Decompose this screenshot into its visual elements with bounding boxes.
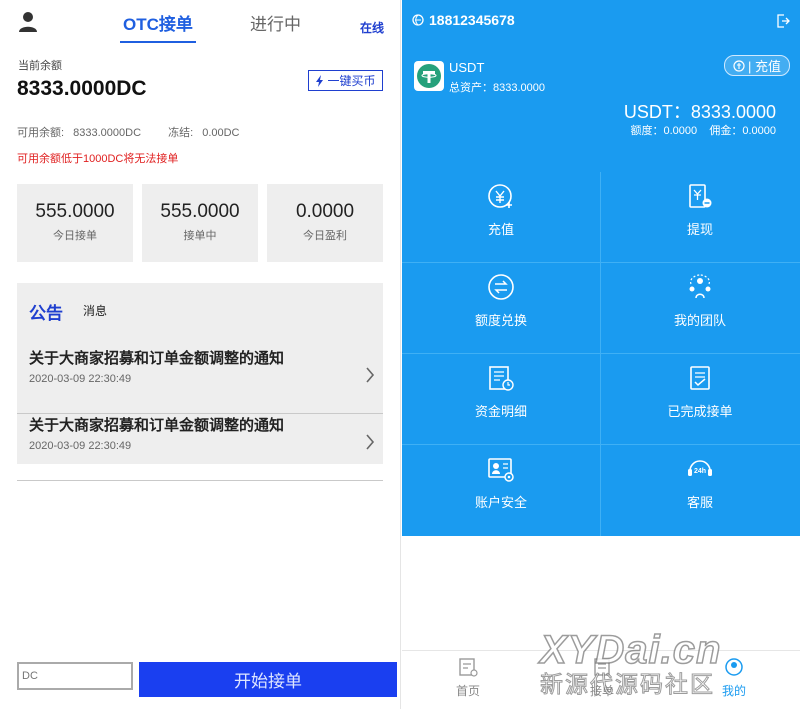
stat-label: 接单中 (183, 230, 217, 242)
function-grid: 充值 提现 额度兑换 我的团队 资金明细 已完成接单 账户安全 24h 客服 (402, 172, 800, 536)
stat-value: 555.0000 (35, 201, 115, 222)
notice-item[interactable]: 关于大商家招募和订单金额调整的通知 2020-03-09 22:30:49 (17, 347, 383, 414)
menu-customer-service[interactable]: 24h 客服 (601, 445, 799, 535)
bottom-nav: 首页 接单 我的 (402, 650, 800, 710)
quick-buy-label: 一键买币 (327, 74, 376, 88)
online-status[interactable]: 在线 (360, 19, 384, 36)
usdt-balance: USDT：8333.0000 (623, 102, 776, 122)
dc-amount-input[interactable] (17, 662, 133, 690)
recharge-icon (733, 59, 745, 72)
notice-date: 2020-03-09 22:30:49 (29, 440, 132, 452)
otc-panel: OTC接单 进行中 在线 当前余额 8333.0000DC 一键买币 可用余额:… (0, 0, 401, 709)
frozen-label: 冻结: (168, 127, 194, 139)
nav-home[interactable]: 首页 (438, 656, 498, 699)
stat-value: 0.0000 (295, 201, 355, 222)
notice-title: 关于大商家招募和订单金额调整的通知 (29, 417, 285, 434)
home-icon (459, 658, 478, 677)
available-label: 可用余额: (17, 127, 65, 139)
nav-label: 首页 (455, 684, 480, 698)
balance-value: 8333.0000DC (17, 77, 147, 100)
recharge-label: | 充值 (748, 59, 781, 74)
menu-completed-orders[interactable]: 已完成接单 (601, 354, 799, 444)
menu-quota-exchange[interactable]: 额度兑换 (402, 263, 600, 353)
tab-messages[interactable]: 消息 (83, 302, 107, 319)
menu-label: 客服 (686, 495, 713, 510)
available-balance-row: 可用余额: 8333.0000DC 冻结: 0.00DC (17, 124, 246, 140)
wallet-panel: 18812345678 USDT 总资产：8333.0000 | 充值 USDT… (402, 0, 800, 710)
menu-fund-details[interactable]: 资金明细 (402, 354, 600, 444)
orders-icon (594, 658, 610, 676)
total-assets: 总资产：8333.0000 (449, 82, 545, 94)
yen-plus-icon (488, 184, 512, 208)
low-balance-warning: 可用余额低于1000DC将无法接单 (17, 153, 179, 165)
notice-panel: 公告 消息 关于大商家招募和订单金额调整的通知 2020-03-09 22:30… (17, 283, 383, 481)
quota-commission: 额度：0.0000 佣金：0.0000 (630, 125, 776, 137)
menu-label: 已完成接单 (667, 404, 733, 419)
tab-in-progress[interactable]: 进行中 (250, 10, 301, 35)
logout-icon[interactable] (776, 14, 790, 28)
profile-icon (725, 658, 743, 676)
available-value: 8333.0000DC (73, 127, 142, 139)
stat-label: 今日盈利 (303, 230, 347, 242)
wallet-header: 18812345678 USDT 总资产：8333.0000 | 充值 USDT… (402, 0, 800, 172)
frozen-value: 0.00DC (202, 127, 240, 139)
menu-label: 账户安全 (474, 495, 527, 510)
notice-item[interactable]: 关于大商家招募和订单金额调整的通知 2020-03-09 22:30:49 (17, 414, 383, 481)
menu-account-security[interactable]: 账户安全 (402, 445, 600, 535)
tab-otc[interactable]: OTC接单 (120, 10, 196, 35)
withdraw-icon (689, 184, 712, 208)
lightning-icon (316, 74, 324, 87)
chevron-right-icon (366, 434, 375, 450)
nav-orders[interactable]: 接单 (572, 656, 632, 699)
tab-announcements[interactable]: 公告 (29, 299, 63, 324)
stat-label: 今日接单 (53, 230, 97, 242)
globe-icon (412, 14, 424, 26)
menu-my-team[interactable]: 我的团队 (601, 263, 799, 353)
menu-label: 我的团队 (673, 313, 726, 328)
grid-divider-vertical (600, 172, 601, 536)
exchange-icon (488, 274, 514, 300)
stat-value: 555.0000 (160, 201, 240, 222)
account-phone: 18812345678 (412, 12, 515, 28)
balance-label: 当前余额 (18, 60, 62, 72)
stat-today-orders: 555.0000 今日接单 (17, 184, 133, 262)
coin-name: USDT (449, 60, 485, 75)
menu-label: 充值 (487, 222, 514, 237)
usdt-logo-icon (414, 61, 444, 91)
ledger-icon (489, 366, 514, 391)
otc-header: OTC接单 进行中 在线 (0, 0, 400, 44)
notice-date: 2020-03-09 22:30:49 (29, 373, 132, 385)
user-icon[interactable] (18, 11, 38, 33)
menu-recharge[interactable]: 充值 (402, 172, 600, 262)
svg-text:24h: 24h (694, 468, 706, 475)
tab-otc-underline (120, 41, 196, 43)
nav-label: 接单 (589, 684, 614, 698)
quick-buy-button[interactable]: 一键买币 (308, 70, 383, 91)
customer-service-icon: 24h (688, 460, 712, 476)
recharge-button[interactable]: | 充值 (724, 55, 790, 76)
menu-label: 资金明细 (474, 404, 527, 419)
menu-withdraw[interactable]: 提现 (601, 172, 799, 262)
nav-profile[interactable]: 我的 (704, 656, 764, 699)
stat-orders-in-progress: 555.0000 接单中 (142, 184, 258, 262)
completed-orders-icon (690, 366, 710, 390)
notice-title: 关于大商家招募和订单金额调整的通知 (29, 350, 285, 367)
start-accepting-button[interactable]: 开始接单 (139, 662, 397, 697)
phone-number: 18812345678 (429, 12, 515, 28)
stat-today-profit: 0.0000 今日盈利 (267, 184, 383, 262)
account-security-icon (488, 458, 514, 482)
chevron-right-icon (366, 367, 375, 383)
menu-label: 额度兑换 (474, 313, 527, 328)
team-icon (689, 274, 711, 299)
nav-label: 我的 (721, 684, 746, 698)
menu-label: 提现 (686, 222, 713, 237)
